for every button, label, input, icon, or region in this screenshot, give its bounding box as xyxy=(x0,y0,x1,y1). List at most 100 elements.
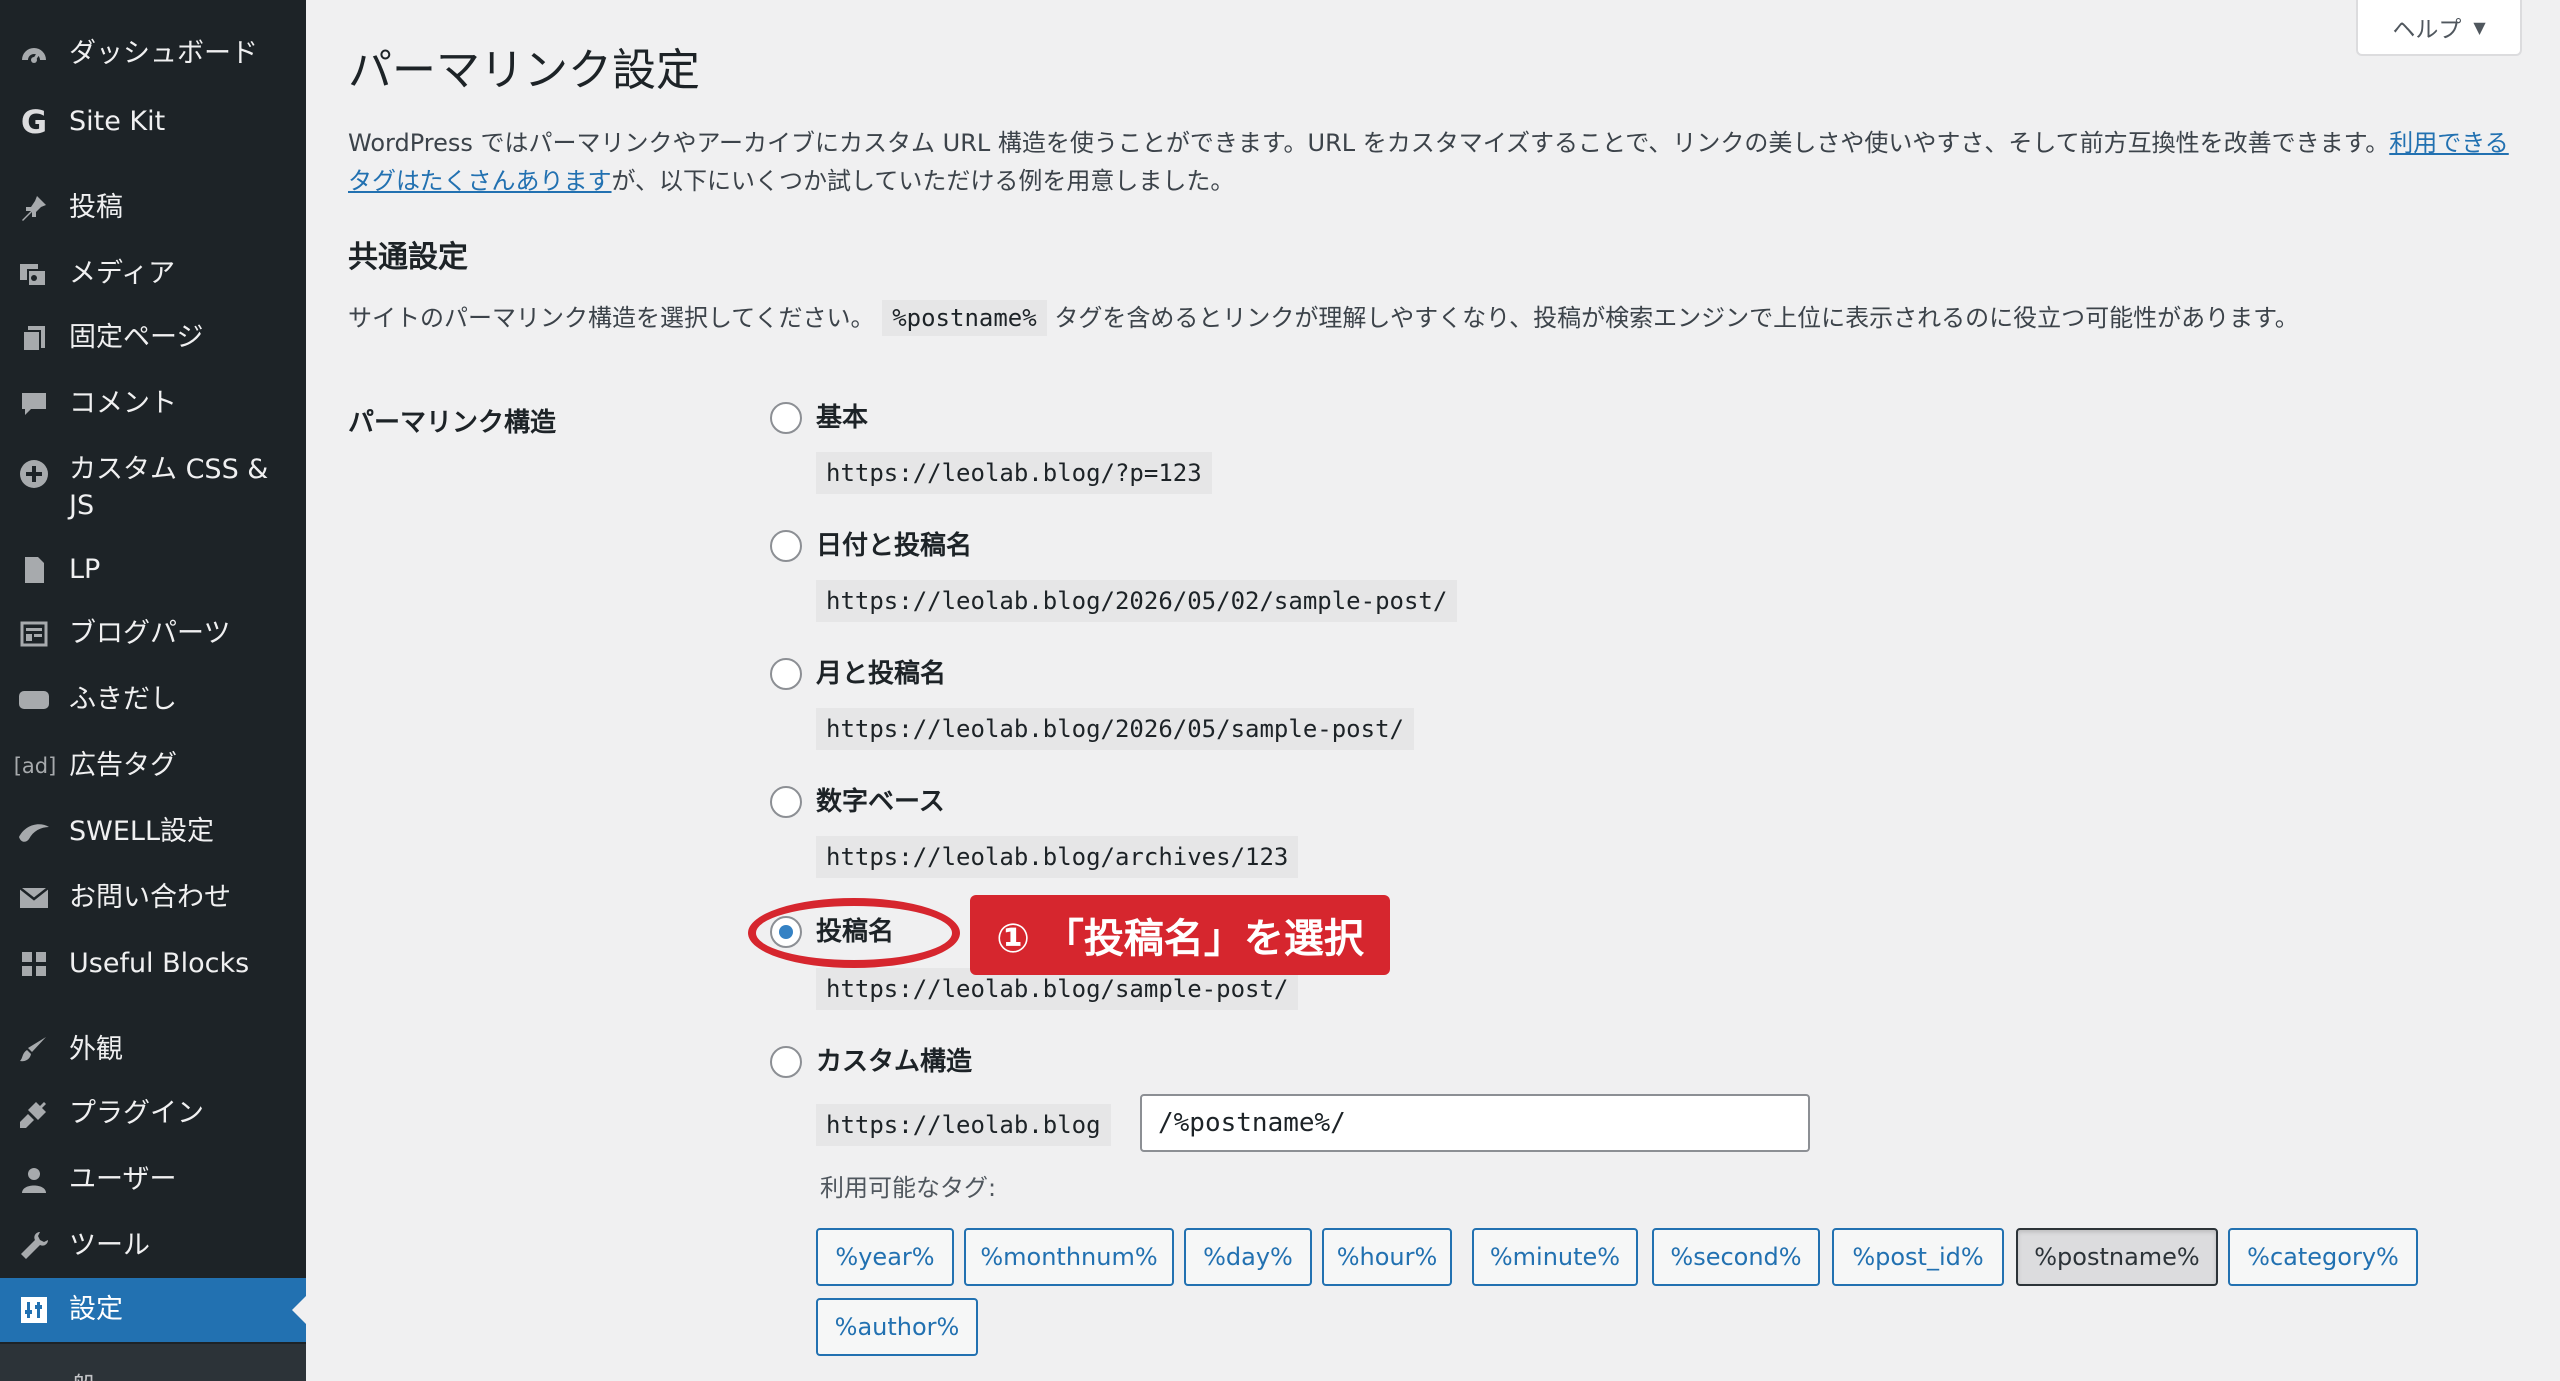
radio-day-and-name[interactable] xyxy=(770,530,802,562)
intro-text-before: WordPress ではパーマリンクやアーカイブにカスタム URL 構造を使うこ… xyxy=(348,129,2390,157)
sidebar-item-site-kit[interactable]: G Site Kit xyxy=(0,90,306,154)
section-description: サイトのパーマリンク構造を選択してください。 %postname% タグを含める… xyxy=(348,298,2299,338)
option-example: https://leolab.blog/2026/05/02/sample-po… xyxy=(816,580,1458,622)
tag-button-minute[interactable]: %minute% xyxy=(1472,1228,1638,1286)
intro-text-after: が、以下にいくつか試していただける例を用意しました。 xyxy=(611,167,1235,195)
sidebar-item-appearance[interactable]: 外観 xyxy=(0,1018,306,1082)
sidebar-item-label: Useful Blocks xyxy=(69,948,250,979)
tag-button-post-id[interactable]: %post_id% xyxy=(1832,1228,2004,1286)
sidebar-item-dashboard[interactable]: ダッシュボード xyxy=(0,22,306,86)
sidebar-item-label: LP xyxy=(69,554,101,585)
mail-icon xyxy=(16,880,52,916)
permalink-structure-label: パーマリンク構造 xyxy=(348,408,557,438)
sidebar-item-label: 外観 xyxy=(69,1034,123,1065)
sidebar-item-label: お問い合わせ xyxy=(69,882,231,913)
pages-icon xyxy=(16,320,52,356)
radio-numeric[interactable] xyxy=(770,786,802,818)
help-tab-button[interactable]: ヘルプ ▼ xyxy=(2356,0,2522,56)
settings-icon xyxy=(16,1292,52,1328)
option-label[interactable]: 数字ベース xyxy=(816,786,945,818)
help-label: ヘルプ xyxy=(2392,17,2462,43)
sidebar-item-swell-settings[interactable]: SWELL設定 xyxy=(0,800,306,864)
annotation-callout: ① 「投稿名」を選択 xyxy=(970,895,1390,975)
tag-button-year[interactable]: %year% xyxy=(816,1228,954,1286)
pin-icon xyxy=(16,190,52,226)
radio-custom-structure[interactable] xyxy=(770,1046,802,1078)
plus-circle-icon xyxy=(16,456,52,492)
option-label[interactable]: カスタム構造 xyxy=(816,1046,972,1078)
speech-bubble-icon xyxy=(16,682,52,718)
sidebar-item-label: 設定 xyxy=(69,1294,123,1325)
option-label[interactable]: 月と投稿名 xyxy=(816,658,946,690)
tag-button-second[interactable]: %second% xyxy=(1652,1228,1820,1286)
active-menu-arrow xyxy=(292,1296,306,1324)
option-example: https://leolab.blog/?p=123 xyxy=(816,452,1212,494)
sidebar-item-label: メディア xyxy=(69,258,176,289)
document-icon xyxy=(16,552,52,588)
option-example: https://leolab.blog/archives/123 xyxy=(816,836,1299,878)
submenu-item-general[interactable]: 一般 xyxy=(48,1366,96,1381)
settings-submenu: 一般 xyxy=(0,1344,306,1381)
intro-text: WordPress ではパーマリンクやアーカイブにカスタム URL 構造を使うこ… xyxy=(348,124,2518,200)
sidebar-item-label: ツール xyxy=(69,1230,150,1261)
sidebar-item-label: ブログパーツ xyxy=(69,618,231,649)
sidebar-item-label: 投稿 xyxy=(69,192,123,223)
plugin-icon xyxy=(16,1096,52,1132)
grid-icon xyxy=(16,946,52,982)
annotation-ellipse xyxy=(748,898,960,968)
google-g-icon: G xyxy=(20,103,48,141)
tag-button-day[interactable]: %day% xyxy=(1184,1228,1312,1286)
sidebar-item-label: ユーザー xyxy=(69,1164,177,1195)
sidebar-item-lp[interactable]: LP xyxy=(0,538,306,602)
radio-month-and-name[interactable] xyxy=(770,658,802,690)
sidebar-item-custom-css-js[interactable]: カスタム CSS & JS xyxy=(0,446,306,526)
chevron-down-icon: ▼ xyxy=(2473,17,2486,37)
sidebar-item-label: 固定ページ xyxy=(69,322,204,353)
sidebar-item-posts[interactable]: 投稿 xyxy=(0,176,306,240)
sidebar-item-label: SWELL設定 xyxy=(69,816,214,847)
dashboard-icon xyxy=(16,36,52,72)
sidebar-item-blog-parts[interactable]: ブログパーツ xyxy=(0,602,306,666)
section-title: 共通設定 xyxy=(348,240,468,275)
sidebar-item-useful-blocks[interactable]: Useful Blocks xyxy=(0,932,306,996)
sidebar-item-settings[interactable]: 設定 xyxy=(0,1278,306,1342)
sidebar-item-plugins[interactable]: プラグイン xyxy=(0,1082,306,1146)
comment-icon xyxy=(16,386,52,422)
sidebar-item-comments[interactable]: コメント xyxy=(0,372,306,436)
tag-button-postname[interactable]: %postname% xyxy=(2016,1228,2218,1286)
user-icon xyxy=(16,1162,52,1198)
tag-button-hour[interactable]: %hour% xyxy=(1322,1228,1452,1286)
swell-icon xyxy=(16,814,52,850)
sidebar-item-contact[interactable]: お問い合わせ xyxy=(0,866,306,930)
sidebar-item-tools[interactable]: ツール xyxy=(0,1214,306,1278)
radio-plain[interactable] xyxy=(770,402,802,434)
brush-icon xyxy=(16,1032,52,1068)
sidebar-item-label: Site Kit xyxy=(69,106,166,137)
section-desc-before: サイトのパーマリンク構造を選択してください。 xyxy=(348,304,875,332)
postname-code: %postname% xyxy=(882,300,1047,336)
sidebar-item-fukidashi[interactable]: ふきだし xyxy=(0,668,306,732)
sidebar-item-media[interactable]: メディア xyxy=(0,242,306,306)
sidebar-item-label: 広告タグ xyxy=(69,750,177,781)
tag-button-author[interactable]: %author% xyxy=(816,1298,978,1356)
sidebar-item-label: カスタム CSS & JS xyxy=(69,454,269,521)
ad-icon: [ad] xyxy=(13,754,57,778)
layout-icon xyxy=(16,616,52,652)
sidebar-item-pages[interactable]: 固定ページ xyxy=(0,306,306,370)
custom-base-url: https://leolab.blog xyxy=(816,1104,1111,1146)
tag-button-monthnum[interactable]: %monthnum% xyxy=(964,1228,1174,1286)
available-tags-label: 利用可能なタグ: xyxy=(820,1174,997,1202)
sidebar-item-label: ふきだし xyxy=(69,684,177,715)
media-icon xyxy=(16,256,52,292)
option-label[interactable]: 基本 xyxy=(816,402,868,434)
sidebar-item-label: コメント xyxy=(69,388,177,419)
sidebar-item-users[interactable]: ユーザー xyxy=(0,1148,306,1212)
sidebar-item-label: ダッシュボード xyxy=(69,38,258,69)
section-desc-after: タグを含めるとリンクが理解しやすくなり、投稿が検索エンジンで上位に表示されるのに… xyxy=(1046,304,2299,332)
option-example: https://leolab.blog/2026/05/sample-post/ xyxy=(816,708,1414,750)
custom-structure-input[interactable]: /%postname%/ xyxy=(1140,1094,1810,1152)
admin-sidebar: ダッシュボード G Site Kit 投稿 メディア 固定ページ コメント カス… xyxy=(0,0,306,1381)
sidebar-item-ad-tags[interactable]: [ad] 広告タグ xyxy=(0,734,306,798)
option-label[interactable]: 日付と投稿名 xyxy=(816,530,972,562)
tag-button-category[interactable]: %category% xyxy=(2228,1228,2418,1286)
